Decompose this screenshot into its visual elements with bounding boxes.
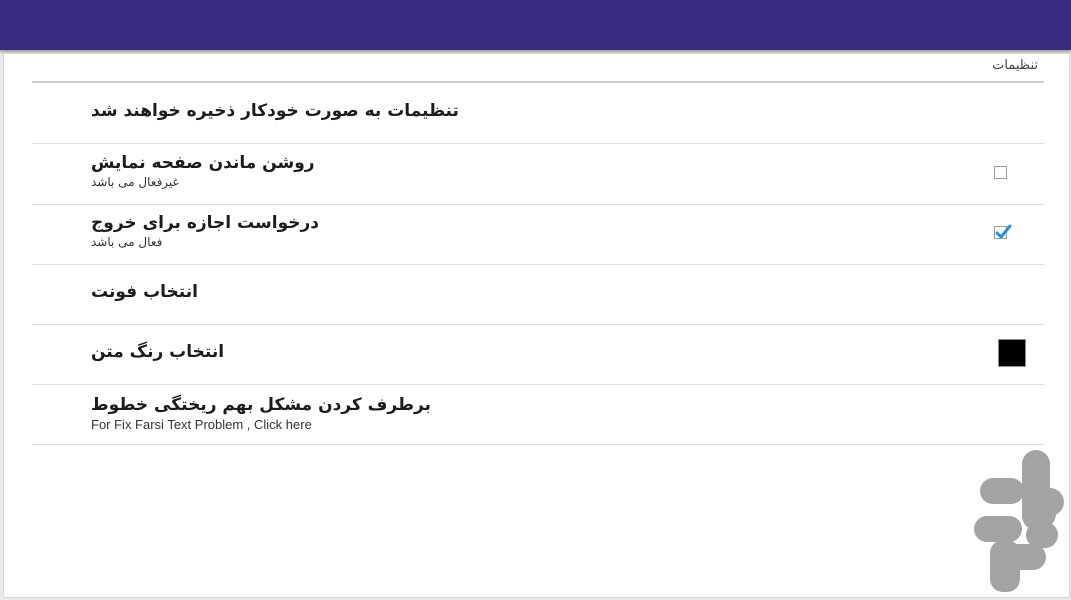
pref-fix-farsi-summary: For Fix Farsi Text Problem , Click here <box>91 417 312 432</box>
pref-fix-farsi-text: برطرف کردن مشکل بهم ریختگی خطوط For Fix … <box>91 394 851 433</box>
pref-confirm-exit-summary: فعال می باشد <box>91 235 163 249</box>
pref-auto-save[interactable]: تنظیمات به صورت خودکار ذخیره خواهند شد <box>32 83 1044 144</box>
settings-section-header: تنظیمات <box>32 54 1044 83</box>
app-bar <box>0 0 1071 50</box>
pref-select-font-text: انتخاب فونت <box>91 281 851 303</box>
settings-panel: تنظیمات تنظیمات به صورت خودکار ذخیره خوا… <box>3 53 1070 598</box>
pref-keep-screen-on-text: روشن ماندن صفحه نمایش غیرفعال می باشد <box>91 152 851 191</box>
pref-fix-farsi-title: برطرف کردن مشکل بهم ریختگی خطوط <box>91 395 431 415</box>
pref-select-font[interactable]: انتخاب فونت <box>32 264 1044 325</box>
keep-screen-on-checkbox[interactable] <box>994 166 1007 179</box>
pref-fix-farsi[interactable]: برطرف کردن مشکل بهم ریختگی خطوط For Fix … <box>32 384 1044 445</box>
pref-text-color-text: انتخاب رنگ متن <box>91 341 851 363</box>
pref-keep-screen-on-summary: غیرفعال می باشد <box>91 175 179 189</box>
pref-text-color-title: انتخاب رنگ متن <box>91 342 225 362</box>
section-header-title: تنظیمات <box>992 58 1038 73</box>
confirm-exit-checkbox[interactable] <box>994 224 1012 239</box>
pref-confirm-exit[interactable]: درخواست اجازه برای خروج فعال می باشد <box>32 204 1044 265</box>
pref-text-color[interactable]: انتخاب رنگ متن <box>32 324 1044 385</box>
pref-confirm-exit-text: درخواست اجازه برای خروج فعال می باشد <box>91 212 851 251</box>
pref-keep-screen-on[interactable]: روشن ماندن صفحه نمایش غیرفعال می باشد <box>32 144 1044 205</box>
pref-confirm-exit-title: درخواست اجازه برای خروج <box>91 213 320 233</box>
text-color-swatch[interactable] <box>998 339 1026 367</box>
pref-auto-save-text: تنظیمات به صورت خودکار ذخیره خواهند شد <box>91 100 851 122</box>
checkbox-checked-icon <box>995 224 1012 239</box>
pref-keep-screen-on-title: روشن ماندن صفحه نمایش <box>91 153 315 173</box>
pref-auto-save-title: تنظیمات به صورت خودکار ذخیره خواهند شد <box>91 101 459 121</box>
pref-select-font-title: انتخاب فونت <box>91 282 198 302</box>
store-logo-icon <box>974 450 1064 592</box>
